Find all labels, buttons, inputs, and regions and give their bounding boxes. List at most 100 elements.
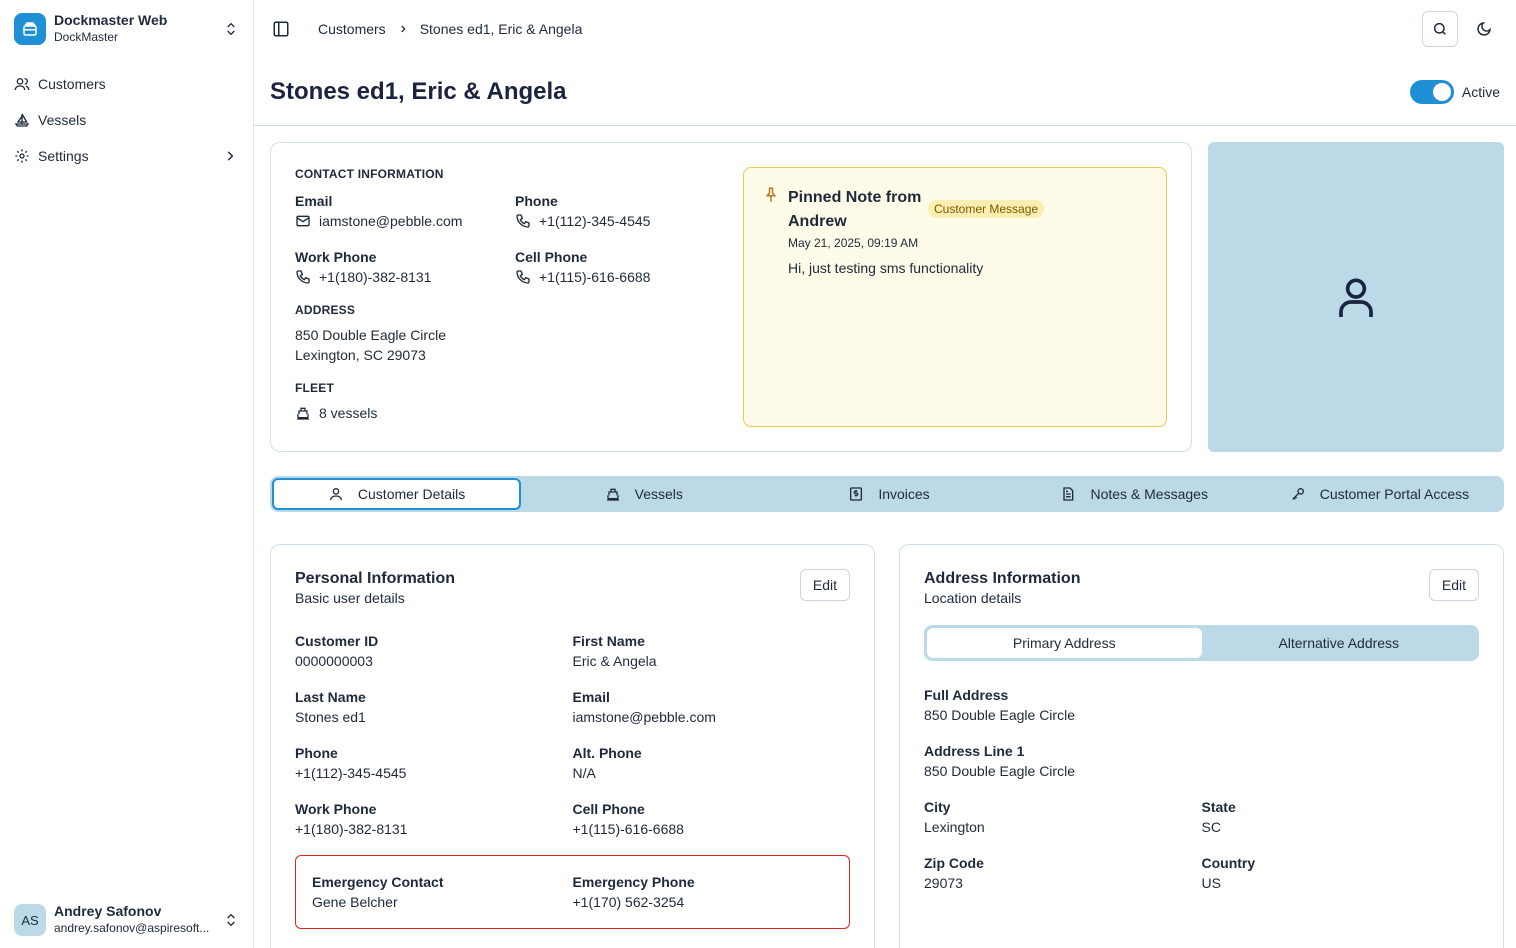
work-phone-value: +1(180)-382-8131 xyxy=(295,821,408,837)
breadcrumb: Customers Stones ed1, Eric & Angela xyxy=(318,21,1414,37)
user-avatar-icon xyxy=(1339,278,1373,317)
chevron-updown-icon xyxy=(227,913,235,927)
pinned-note-body: Hi, just testing sms functionality xyxy=(788,260,984,276)
alt-phone-value: N/A xyxy=(572,765,596,781)
email-value[interactable]: iamstone@pebble.com xyxy=(319,211,462,231)
customer-tabs: Customer Details Vessels Invoices Notes … xyxy=(270,476,1504,512)
address-tabs: Primary Address Alternative Address xyxy=(924,625,1479,661)
page-title: Stones ed1, Eric & Angela xyxy=(270,77,567,105)
tab-label: Vessels xyxy=(634,486,683,502)
country-value: US xyxy=(1201,875,1221,891)
city-label: City xyxy=(924,799,951,815)
email-label: Email xyxy=(572,689,610,705)
zip-code-label: Zip Code xyxy=(924,855,984,871)
email-label: Email xyxy=(295,193,333,209)
sidebar: Dockmaster Web DockMaster Customers Vess… xyxy=(0,0,254,948)
fleet-value[interactable]: 8 vessels xyxy=(319,403,377,423)
emergency-contact-box: Emergency Contact Gene Belcher Emergency … xyxy=(295,855,850,929)
tab-customer-portal-access[interactable]: Customer Portal Access xyxy=(1257,478,1502,510)
sidebar-item-label: Vessels xyxy=(38,112,87,128)
moon-icon xyxy=(1477,22,1491,36)
topbar: Customers Stones ed1, Eric & Angela xyxy=(254,0,1516,58)
sidebar-item-customers[interactable]: Customers xyxy=(0,66,253,102)
emergency-contact-value: Gene Belcher xyxy=(312,894,398,910)
theme-toggle-button[interactable] xyxy=(1466,11,1502,47)
sidebar-item-label: Customers xyxy=(38,76,106,92)
avatar: AS xyxy=(14,904,46,936)
cell-phone-label: Cell Phone xyxy=(515,249,588,265)
last-name-label: Last Name xyxy=(295,689,366,705)
address-info-title: Address Information xyxy=(924,570,1081,587)
page-header: Stones ed1, Eric & Angela Active xyxy=(254,58,1516,126)
phone-icon xyxy=(296,270,310,284)
tab-label: Customer Details xyxy=(357,486,466,502)
first-name-value: Eric & Angela xyxy=(572,653,657,669)
emergency-contact-label: Emergency Contact xyxy=(312,874,444,890)
personal-info-card: Personal Information Basic user details … xyxy=(270,544,875,948)
active-toggle-label: Active xyxy=(1461,83,1500,100)
state-label: State xyxy=(1201,799,1236,815)
breadcrumb-current: Stones ed1, Eric & Angela xyxy=(419,21,583,37)
app-switcher[interactable]: Dockmaster Web DockMaster xyxy=(0,0,253,58)
user-icon xyxy=(329,488,342,501)
key-icon xyxy=(1291,488,1304,500)
mail-icon xyxy=(296,215,310,227)
edit-address-button[interactable]: Edit xyxy=(1428,569,1479,601)
sidebar-item-settings[interactable]: Settings xyxy=(0,138,253,174)
customer-id-label: Customer ID xyxy=(295,633,379,649)
phone-value[interactable]: +1(112)-345-4545 xyxy=(539,211,650,231)
user-email: andrey.safonov@aspiresoft... xyxy=(54,921,210,935)
last-name-value: Stones ed1 xyxy=(295,709,366,725)
tab-label: Customer Portal Access xyxy=(1319,486,1470,502)
customer-id-value: 0000000003 xyxy=(295,653,373,669)
email-value: iamstone@pebble.com xyxy=(572,709,716,725)
cell-phone-value[interactable]: +1(115)-616-6688 xyxy=(539,267,650,287)
chevron-right-icon xyxy=(227,151,234,161)
work-phone-label: Work Phone xyxy=(295,801,377,817)
search-button[interactable] xyxy=(1422,11,1458,47)
zip-code-value: 29073 xyxy=(924,875,963,891)
full-address-label: Full Address xyxy=(924,687,1009,703)
tab-vessels[interactable]: Vessels xyxy=(521,478,766,510)
state-value: SC xyxy=(1201,819,1221,835)
invoice-icon xyxy=(850,487,863,501)
sidebar-item-vessels[interactable]: Vessels xyxy=(0,102,253,138)
tab-customer-details[interactable]: Customer Details xyxy=(272,478,522,510)
sidebar-nav: Customers Vessels Settings xyxy=(0,58,253,174)
edit-personal-button[interactable]: Edit xyxy=(799,569,850,601)
app-root: Dockmaster Web DockMaster Customers Vess… xyxy=(0,0,1516,948)
breadcrumb-customers[interactable]: Customers xyxy=(318,21,386,37)
address-info-card: Address Information Location details Edi… xyxy=(899,544,1504,948)
chevron-right-icon xyxy=(400,25,406,33)
app-subtitle: DockMaster xyxy=(54,30,119,44)
address-line1-label: Address Line 1 xyxy=(924,743,1025,759)
page-content: CONTACT INFORMATION Email iamstone@pebbl… xyxy=(254,126,1516,948)
phone-icon xyxy=(516,214,530,228)
chevron-updown-icon xyxy=(227,22,235,36)
tab-label: Invoices xyxy=(878,486,930,502)
app-logo-icon xyxy=(14,13,46,45)
customer-photo[interactable] xyxy=(1208,142,1504,452)
phone-label: Phone xyxy=(295,745,338,761)
active-toggle[interactable] xyxy=(1409,79,1454,104)
address-line1-value: 850 Double Eagle Circle xyxy=(924,763,1075,779)
pin-icon xyxy=(765,187,777,202)
main-content: Customers Stones ed1, Eric & Angela Ston… xyxy=(254,0,1516,948)
tab-alternative-address[interactable]: Alternative Address xyxy=(1202,628,1477,658)
sidebar-toggle-icon[interactable] xyxy=(272,20,290,38)
tab-notes-messages[interactable]: Notes & Messages xyxy=(1012,478,1257,510)
tab-primary-address[interactable]: Primary Address xyxy=(927,628,1202,658)
users-icon xyxy=(14,78,30,91)
country-label: Country xyxy=(1201,855,1256,871)
search-icon xyxy=(1433,22,1446,35)
tab-invoices[interactable]: Invoices xyxy=(766,478,1011,510)
pinned-note-title: Pinned Note from Andrew xyxy=(788,189,922,230)
emergency-phone-value: +1(170) 562-3254 xyxy=(572,894,685,910)
work-phone-value[interactable]: +1(180)-382-8131 xyxy=(319,267,431,287)
user-menu[interactable]: AS Andrey Safonov andrey.safonov@aspires… xyxy=(0,892,253,948)
pinned-note-date: May 21, 2025, 09:19 AM xyxy=(788,236,919,250)
address-info-subtitle: Location details xyxy=(924,590,1022,606)
full-address-value: 850 Double Eagle Circle xyxy=(924,707,1075,723)
personal-info-subtitle: Basic user details xyxy=(295,590,405,606)
sidebar-item-label: Settings xyxy=(38,148,89,164)
